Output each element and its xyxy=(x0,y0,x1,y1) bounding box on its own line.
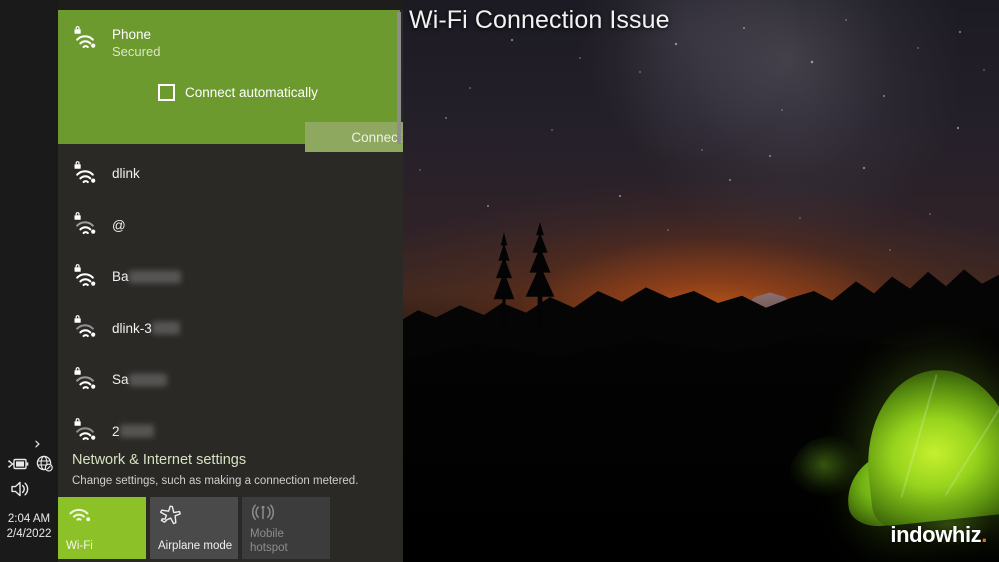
hotspot-label-line1: Mobile xyxy=(250,528,284,540)
selected-network-card[interactable]: Phone Secured Connect automatically Conn… xyxy=(58,10,403,152)
watermark-dot: . xyxy=(981,522,987,547)
network-ssid: dlink-3 xyxy=(112,320,152,336)
globe-no-internet-icon[interactable] xyxy=(36,455,53,472)
site-watermark: indowhiz. xyxy=(890,522,987,548)
selected-network-header: Phone Secured xyxy=(58,10,400,61)
selected-network-ssid: Phone xyxy=(112,27,152,42)
network-settings-block: Network & Internet settings Change setti… xyxy=(58,450,403,490)
quick-action-airplane-mode[interactable]: Airplane mode xyxy=(150,497,238,559)
network-flyout-panel: Phone Secured Connect automatically Conn… xyxy=(58,0,403,562)
network-settings-description: Change settings, such as making a connec… xyxy=(72,475,359,487)
wifi-secured-icon xyxy=(72,418,100,444)
wifi-icon xyxy=(67,504,146,524)
network-list-item[interactable]: @ xyxy=(58,200,403,252)
network-internet-settings-link[interactable]: Network & Internet settings xyxy=(58,450,403,470)
selected-network-texts: Phone Secured xyxy=(112,26,160,61)
network-ssid: Sa xyxy=(112,372,129,388)
desktop-screen: Wi-Fi Connection Issue indowhiz. › 2:04 … xyxy=(0,0,999,562)
taskbar: › 2:04 AM 2/4/2022 xyxy=(0,0,58,562)
network-list-item[interactable]: Sa xyxy=(58,354,403,406)
network-list-item[interactable]: dlink xyxy=(58,148,403,200)
network-list-item[interactable]: Ba xyxy=(58,251,403,303)
quick-action-tiles: Wi-Fi Airplane mode Mobile hotspot xyxy=(58,497,330,559)
wifi-secured-icon xyxy=(72,26,100,52)
clock-time: 2:04 AM xyxy=(7,513,51,525)
network-ssid: dlink xyxy=(112,166,140,182)
clock-date: 2/4/2022 xyxy=(6,528,52,540)
wifi-secured-icon xyxy=(72,160,100,187)
taskbar-clock[interactable]: 2:04 AM 2/4/2022 xyxy=(0,512,58,542)
network-ssid: @ xyxy=(112,217,126,233)
tray-icon-group xyxy=(8,455,56,472)
connect-automatically-row[interactable]: Connect automatically xyxy=(158,84,318,101)
wifi-secured-icon xyxy=(72,263,100,290)
selected-network-status: Secured xyxy=(112,44,161,59)
wifi-secured-icon xyxy=(72,212,100,238)
connect-automatically-checkbox[interactable] xyxy=(158,84,175,101)
network-list: dlink @ Ba dlink-3 Sa 2 xyxy=(58,148,403,457)
quick-action-wifi[interactable]: Wi-Fi xyxy=(58,497,146,559)
mobile-hotspot-icon xyxy=(251,504,330,522)
battery-charging-icon[interactable] xyxy=(8,457,29,471)
panel-scrollbar[interactable] xyxy=(397,12,401,144)
wifi-secured-icon xyxy=(72,366,100,393)
quick-action-airplane-label: Airplane mode xyxy=(158,540,233,552)
chevron-right-icon[interactable]: › xyxy=(34,436,41,453)
network-ssid: Ba xyxy=(112,269,129,285)
watermark-text: indowhiz xyxy=(890,522,982,547)
quick-action-mobile-hotspot[interactable]: Mobile hotspot xyxy=(242,497,330,559)
airplane-icon xyxy=(159,504,238,525)
page-title: Wi-Fi Connection Issue xyxy=(409,6,670,34)
connect-automatically-label: Connect automatically xyxy=(185,85,318,100)
speaker-volume-icon[interactable] xyxy=(10,480,32,498)
quick-action-hotspot-label: Mobile hotspot xyxy=(250,527,288,555)
panel-top-strip xyxy=(58,0,403,10)
quick-action-wifi-label: Wi-Fi xyxy=(66,540,93,552)
hotspot-label-line2: hotspot xyxy=(250,542,288,554)
network-list-item[interactable]: dlink-3 xyxy=(58,303,403,355)
wifi-secured-icon xyxy=(72,315,100,341)
network-ssid: 2 xyxy=(112,423,120,439)
